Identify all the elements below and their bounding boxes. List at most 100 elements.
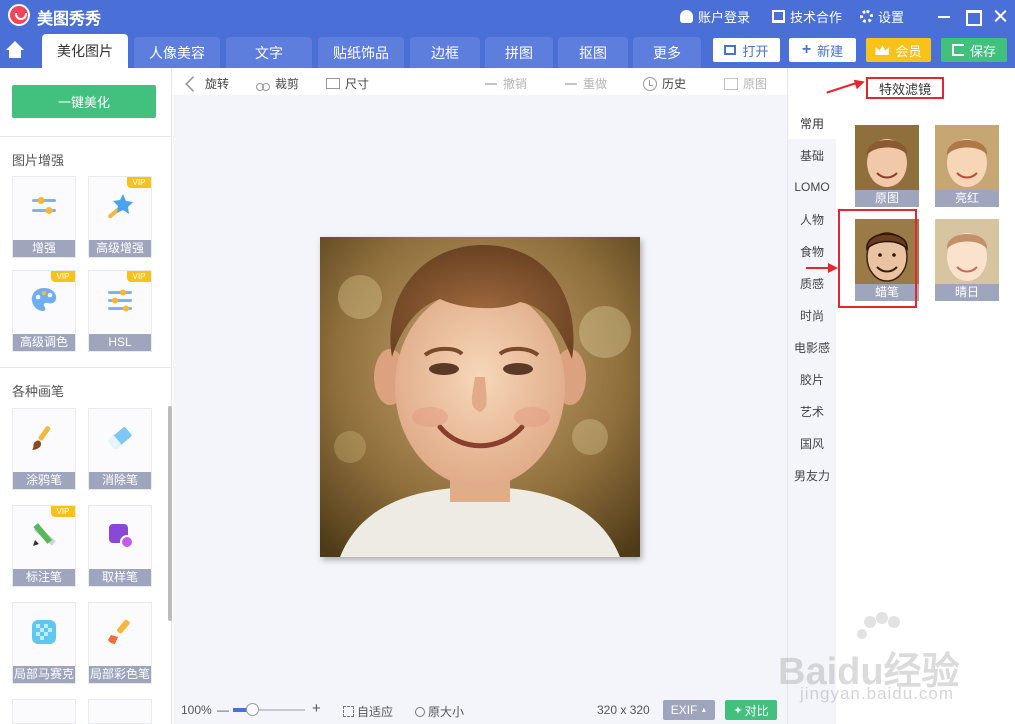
- tool-annotation-pen[interactable]: VIP 标注笔: [12, 505, 76, 587]
- tab-text[interactable]: 文字: [226, 37, 312, 68]
- annotation-arrow-head-icon: [828, 263, 838, 273]
- vip-badge: VIP: [127, 271, 151, 282]
- tool-local-color-pen[interactable]: 局部彩色笔: [88, 602, 152, 684]
- effects-filter-title: 特效滤镜: [866, 77, 944, 99]
- redo-button[interactable]: 重做: [564, 75, 607, 92]
- tab-more[interactable]: 更多: [633, 37, 701, 68]
- actual-size-button[interactable]: 原大小: [415, 703, 464, 720]
- vip-badge: VIP: [51, 271, 75, 282]
- tool-label: 高级增强: [89, 240, 151, 257]
- palette-icon: [31, 288, 57, 311]
- zoom-in-button[interactable]: +: [312, 700, 321, 717]
- section-title-brushes: 各种画笔: [12, 384, 65, 399]
- divider: [0, 136, 172, 137]
- category-basic[interactable]: 基础: [788, 139, 836, 171]
- tool-advanced-enhance[interactable]: VIP 高级增强: [88, 176, 152, 258]
- tool-partial[interactable]: [88, 699, 152, 724]
- history-label: 历史: [662, 77, 687, 91]
- tool-label: 局部马赛克: [13, 666, 75, 683]
- fit-button[interactable]: 自适应: [343, 703, 393, 720]
- tool-label: 高级调色: [13, 334, 75, 351]
- minimize-button[interactable]: [934, 6, 954, 26]
- rotate-icon: [185, 75, 201, 92]
- compare-label: 对比: [744, 703, 769, 718]
- new-label: 新建: [817, 43, 844, 59]
- filter-sunny[interactable]: 晴日: [935, 219, 999, 301]
- tool-partial[interactable]: [12, 699, 76, 724]
- tool-doodle-pen[interactable]: 涂鸦笔: [12, 408, 76, 490]
- boy-portrait-photo[interactable]: [320, 237, 640, 557]
- maximize-button[interactable]: [962, 6, 982, 26]
- category-boyfriend[interactable]: 男友力: [788, 459, 836, 491]
- image-icon: [724, 45, 737, 55]
- eraser-icon: [108, 427, 132, 449]
- tab-frames[interactable]: 边框: [410, 37, 480, 68]
- undo-arrow-icon: [484, 77, 498, 91]
- tab-cutout[interactable]: 抠图: [558, 37, 628, 68]
- size-button[interactable]: 尺寸: [326, 75, 369, 92]
- undo-button[interactable]: 撤销: [484, 75, 527, 92]
- monitor-icon: [772, 10, 785, 23]
- save-label: 保存: [969, 43, 996, 59]
- tab-stickers[interactable]: 贴纸饰品: [318, 37, 404, 68]
- gear-icon: [860, 10, 873, 23]
- save-button[interactable]: 保存: [941, 38, 1007, 62]
- account-login-label: 账户登录: [698, 10, 751, 25]
- tab-beautify[interactable]: 美化图片: [42, 34, 128, 68]
- close-button[interactable]: [990, 6, 1010, 26]
- crop-button[interactable]: 裁剪: [256, 75, 299, 92]
- category-cinematic[interactable]: 电影感: [788, 331, 836, 363]
- exif-button[interactable]: EXIF ▲: [663, 700, 715, 720]
- compare-button[interactable]: ✦ 对比: [725, 700, 777, 720]
- open-button[interactable]: 打开: [713, 38, 780, 62]
- category-fashion[interactable]: 时尚: [788, 299, 836, 331]
- app-logo-icon: [8, 4, 30, 26]
- category-art[interactable]: 艺术: [788, 395, 836, 427]
- filter-bright-red[interactable]: 亮红: [935, 125, 999, 207]
- category-chinese-style[interactable]: 国风: [788, 427, 836, 459]
- original-image-icon: [724, 77, 738, 90]
- category-film[interactable]: 胶片: [788, 363, 836, 395]
- tab-collage[interactable]: 拼图: [485, 37, 553, 68]
- settings-link[interactable]: 设置: [860, 7, 904, 26]
- tool-hsl[interactable]: VIP HSL: [88, 270, 152, 352]
- tool-sample-pen[interactable]: 取样笔: [88, 505, 152, 587]
- magic-wand-icon: [108, 194, 133, 219]
- vip-button[interactable]: 会员: [866, 38, 931, 62]
- caret-up-icon: ▲: [700, 706, 708, 714]
- app-title: 美图秀秀: [37, 11, 102, 28]
- tool-eraser-pen[interactable]: 消除笔: [88, 408, 152, 490]
- tool-label: 涂鸦笔: [13, 472, 75, 489]
- divider: [0, 367, 172, 368]
- history-button[interactable]: 历史: [643, 75, 686, 92]
- tech-cooperation-label: 技术合作: [790, 10, 843, 25]
- redo-label: 重做: [583, 77, 608, 91]
- left-panel-scrollbar[interactable]: [168, 406, 172, 621]
- rotate-label: 旋转: [205, 77, 230, 91]
- account-login-link[interactable]: 账户登录: [680, 7, 750, 26]
- user-icon: [680, 10, 693, 23]
- tool-enhance[interactable]: 增强: [12, 176, 76, 258]
- one-key-beautify-button[interactable]: 一键美化: [12, 85, 156, 118]
- tab-portrait[interactable]: 人像美容: [134, 37, 220, 68]
- category-common[interactable]: 常用: [788, 107, 836, 139]
- zoom-percent: 100%: [181, 703, 212, 717]
- tool-local-mosaic[interactable]: 局部马赛克: [12, 602, 76, 684]
- crop-label: 裁剪: [275, 77, 300, 91]
- home-icon[interactable]: [4, 40, 26, 62]
- zoom-out-button[interactable]: —: [217, 703, 229, 717]
- filter-original[interactable]: 原图: [855, 125, 919, 207]
- category-lomo[interactable]: LOMO: [788, 171, 836, 203]
- category-people[interactable]: 人物: [788, 203, 836, 235]
- zoom-slider-thumb[interactable]: [246, 703, 259, 716]
- tool-label: 取样笔: [89, 569, 151, 586]
- paintbrush-icon: [32, 426, 51, 450]
- vip-label: 会员: [895, 43, 922, 59]
- rotate-button[interactable]: 旋转: [185, 75, 230, 92]
- original-button[interactable]: 原图: [724, 75, 767, 92]
- tech-cooperation-link[interactable]: 技术合作: [772, 7, 842, 26]
- original-label: 原图: [743, 77, 768, 91]
- new-button[interactable]: + 新建: [789, 38, 856, 62]
- resize-icon: [326, 78, 340, 89]
- tool-advanced-color[interactable]: VIP 高级调色: [12, 270, 76, 352]
